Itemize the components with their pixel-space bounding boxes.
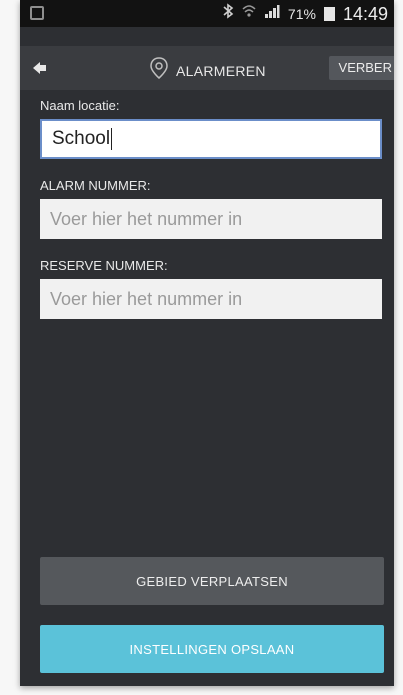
save-settings-button[interactable]: INSTELLINGEN OPSLAAN (40, 625, 384, 673)
back-icon[interactable] (32, 60, 50, 76)
action-bar: ALARMEREN VERBER (20, 46, 394, 90)
move-area-button[interactable]: GEBIED VERPLAATSEN (40, 557, 384, 605)
page: 71% 14:49 ALARMEREN VERBER Naam locatie:… (0, 0, 403, 695)
status-icons: 71% 14:49 (222, 3, 388, 25)
wifi-icon (242, 3, 256, 25)
hide-button[interactable]: VERBER (328, 56, 394, 80)
alarm-number-label: ALARM NUMMER: (40, 178, 151, 193)
title-group: ALARMEREN (148, 56, 266, 85)
location-name-field[interactable]: School (40, 119, 382, 159)
location-name-value: School (52, 128, 111, 149)
phone-screen: 71% 14:49 ALARMEREN VERBER Naam locatie:… (20, 0, 394, 686)
signal-icon (264, 3, 280, 25)
location-name-label: Naam locatie: (40, 98, 120, 113)
battery-percent: 71% (287, 6, 316, 22)
text-cursor (111, 127, 113, 150)
notification-icon (30, 6, 44, 20)
clock: 14:49 (342, 3, 388, 24)
alarm-number-field[interactable]: Voer hier het nummer in (40, 199, 382, 239)
status-bar: 71% 14:49 (20, 0, 394, 27)
reserve-number-label: RESERVE NUMMER: (40, 258, 168, 273)
bluetooth-icon (222, 3, 234, 25)
page-title: ALARMEREN (176, 62, 266, 79)
battery-icon (323, 7, 335, 21)
reserve-number-field[interactable]: Voer hier het nummer in (40, 279, 382, 319)
location-pin-icon (148, 56, 170, 85)
